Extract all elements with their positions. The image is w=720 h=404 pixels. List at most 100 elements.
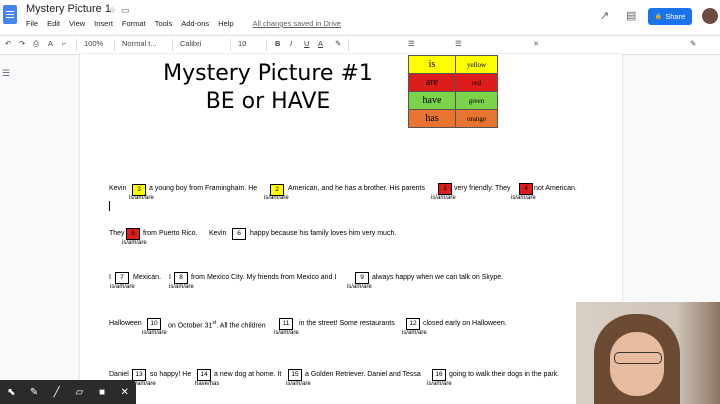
- pointer-icon[interactable]: ⬉: [0, 387, 23, 398]
- bold-button[interactable]: B: [275, 39, 280, 48]
- redo-icon[interactable]: ↷: [19, 39, 25, 48]
- sentence-text: I: [169, 274, 171, 281]
- saved-status[interactable]: All changes saved in Drive: [253, 19, 341, 28]
- sentence-text: a young boy from Framingham. He: [149, 185, 258, 192]
- heading-line-2: BE or HAVE: [205, 89, 331, 114]
- answer-box[interactable]: 12: [406, 318, 420, 330]
- legend-verb: are: [408, 73, 456, 92]
- answer-box[interactable]: 5: [126, 228, 140, 240]
- legend-verb: have: [408, 91, 456, 110]
- answer-box[interactable]: 15: [288, 369, 302, 381]
- docs-logo-icon[interactable]: [3, 5, 17, 24]
- clear-formatting-icon[interactable]: ⨯: [533, 39, 539, 48]
- sentence-text: Daniel: [109, 371, 129, 378]
- zoom-select[interactable]: 100%: [84, 39, 103, 48]
- menu-help[interactable]: Help: [218, 19, 233, 28]
- toolbar: ↶ ↷ ⎙ A ⌐ 100% Normal t... Calibri 10 B …: [0, 35, 720, 55]
- font-select[interactable]: Calibri: [180, 39, 201, 48]
- font-size-select[interactable]: 10: [238, 39, 246, 48]
- webcam-overlay: [576, 302, 720, 404]
- undo-icon[interactable]: ↶: [5, 39, 11, 48]
- sentence-text: from Mexico City. My friends from Mexico…: [191, 274, 337, 281]
- italic-button[interactable]: I: [290, 39, 292, 48]
- answer-box[interactable]: 7: [115, 272, 129, 284]
- paragraph-style-select[interactable]: Normal t...: [122, 39, 157, 48]
- menu-insert[interactable]: Insert: [94, 19, 113, 28]
- share-label: Share: [665, 12, 686, 21]
- underline-button[interactable]: U: [304, 39, 309, 48]
- sentence-text: Halloween: [109, 320, 142, 327]
- spellcheck-icon[interactable]: A: [48, 39, 53, 48]
- document-title[interactable]: Mystery Picture 1: [26, 3, 111, 15]
- date-continuation: . All the children: [216, 322, 266, 330]
- eraser-icon[interactable]: ▱: [68, 387, 91, 398]
- align-icon[interactable]: ☰: [408, 39, 415, 48]
- print-icon[interactable]: ⎙: [33, 39, 39, 49]
- toolbar-divider: [76, 39, 77, 51]
- answer-box[interactable]: 1: [438, 183, 452, 195]
- toolbar-divider: [348, 39, 349, 51]
- menu-tools[interactable]: Tools: [155, 19, 173, 28]
- sentence-text: closed early on Halloween.: [423, 320, 507, 327]
- answer-box[interactable]: 16: [432, 369, 446, 381]
- sentence-text: in the street! Some restaurants: [299, 320, 395, 327]
- answer-box[interactable]: 8: [174, 272, 188, 284]
- highlight-pencil-icon[interactable]: ✎: [335, 39, 341, 48]
- pen-icon[interactable]: ✎: [23, 387, 46, 398]
- answer-box[interactable]: 4: [519, 183, 533, 195]
- hint-label: is/am/are: [274, 330, 299, 336]
- toolbar-divider: [172, 39, 173, 51]
- answer-box[interactable]: 13: [132, 369, 146, 381]
- list-icon[interactable]: ☰: [455, 39, 462, 48]
- camera-icon[interactable]: ■: [91, 387, 114, 398]
- menu-addons[interactable]: Add-ons: [181, 19, 209, 28]
- comment-history-icon[interactable]: ▤: [626, 9, 636, 22]
- sentence-text: Mexican.: [133, 274, 162, 281]
- text-cursor: [109, 201, 110, 211]
- legend-color: yellow: [455, 55, 498, 74]
- legend-verb: is: [408, 55, 456, 74]
- answer-box[interactable]: 11: [279, 318, 293, 330]
- hint-label: is/am/are: [286, 381, 311, 387]
- star-icon[interactable]: ☆: [108, 5, 116, 16]
- user-avatar[interactable]: [702, 8, 718, 24]
- legend-color: orange: [455, 109, 498, 128]
- sentence-text: not American.: [534, 185, 577, 192]
- answer-box[interactable]: 10: [147, 318, 161, 330]
- sentence-text: from Puerto Rico.: [143, 230, 198, 237]
- sentence-text: I: [109, 274, 111, 281]
- sentence-text: happy because his family loves him very …: [250, 230, 397, 237]
- hint-label: is/am/are: [122, 240, 147, 246]
- close-icon[interactable]: ✕: [113, 387, 136, 398]
- editing-mode-pencil-icon[interactable]: ✎: [690, 39, 696, 48]
- marker-icon[interactable]: ╱: [45, 387, 68, 398]
- webcam-person-face: [610, 332, 664, 396]
- menu-file[interactable]: File: [26, 19, 38, 28]
- document-outline-icon[interactable]: ☰: [2, 68, 10, 79]
- menu-view[interactable]: View: [69, 19, 85, 28]
- menu-edit[interactable]: Edit: [47, 19, 60, 28]
- sentence-text: a Golden Retriever. Daniel and Tessa: [305, 371, 421, 378]
- hint-label: is/am/are: [142, 330, 167, 336]
- document-heading: Mystery Picture #1 BE or HAVE: [143, 60, 393, 116]
- folder-icon[interactable]: ▭: [121, 5, 130, 16]
- answer-box[interactable]: 9: [355, 272, 369, 284]
- text-color-button[interactable]: A: [318, 39, 323, 48]
- hint-label: is/am/are: [169, 284, 194, 290]
- lock-icon: 🔒: [654, 14, 663, 20]
- answer-box[interactable]: 6: [232, 228, 246, 240]
- answer-box[interactable]: 14: [197, 369, 211, 381]
- activity-trend-icon[interactable]: ↗: [600, 9, 609, 22]
- sentence-text: always happy when we can talk on Skype.: [372, 274, 504, 281]
- annotation-toolbar: ⬉ ✎ ╱ ▱ ■ ✕: [0, 380, 136, 404]
- sentence-text: on October 31st. All the children: [168, 320, 266, 329]
- paint-format-icon[interactable]: ⌐: [62, 39, 66, 48]
- toolbar-divider: [114, 39, 115, 51]
- hint-label: is/am/are: [110, 284, 135, 290]
- verb-color-legend: is yellow are red have green has orange: [408, 55, 498, 128]
- share-button[interactable]: 🔒 Share: [648, 8, 692, 25]
- sentence-text: Kevin: [209, 230, 227, 237]
- hint-label: is/am/are: [129, 195, 154, 201]
- menu-format[interactable]: Format: [122, 19, 146, 28]
- sentence-text: Kevin: [109, 185, 127, 192]
